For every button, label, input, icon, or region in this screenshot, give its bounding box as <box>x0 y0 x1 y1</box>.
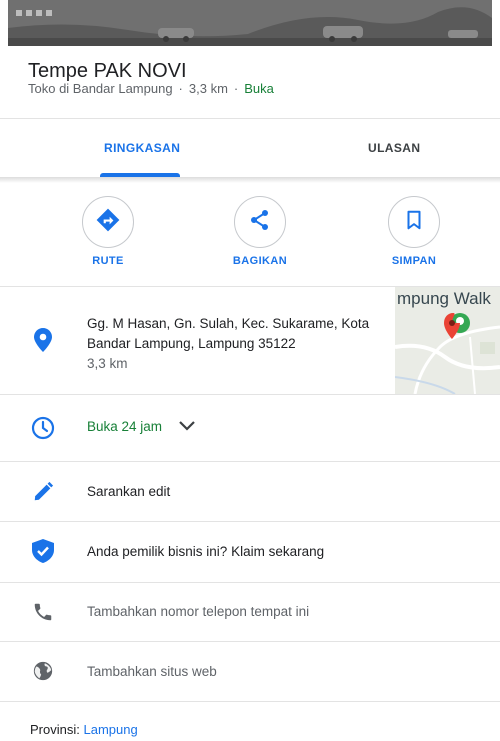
tab-ulasan[interactable]: ULASAN <box>368 141 420 155</box>
hours-row[interactable]: Buka 24 jam <box>0 395 500 461</box>
share-button[interactable]: BAGIKAN <box>210 196 310 267</box>
divider <box>0 701 500 702</box>
bookmark-icon <box>403 209 425 236</box>
address-distance: 3,3 km <box>87 356 128 371</box>
address-line-2: Bandar Lampung, Lampung 35122 <box>87 336 296 351</box>
separator-dot: · <box>178 81 183 96</box>
add-website-row[interactable]: Tambahkan situs web <box>0 642 500 701</box>
place-category: Toko di Bandar Lampung <box>28 81 173 96</box>
chevron-down-icon[interactable] <box>178 419 196 438</box>
tab-ringkasan[interactable]: RINGKASAN <box>104 141 180 155</box>
add-phone-row[interactable]: Tambahkan nomor telepon tempat ini <box>0 583 500 641</box>
directions-icon <box>95 207 121 238</box>
share-icon <box>248 208 272 237</box>
verified-shield-icon <box>30 538 56 564</box>
pencil-icon <box>30 479 56 505</box>
claim-business-row[interactable]: Anda pemilik bisnis ini? Klaim sekarang <box>0 522 500 582</box>
route-button-circle[interactable] <box>82 196 134 248</box>
address-text: Gg. M Hasan, Gn. Sulah, Kec. Sukarame, K… <box>87 314 387 374</box>
clock-icon <box>30 415 56 441</box>
province-label: Provinsi: <box>30 722 80 737</box>
tab-bar-shadow <box>0 177 500 183</box>
share-label: BAGIKAN <box>232 255 288 267</box>
map-place-label: mpung Walk <box>397 289 491 308</box>
route-button[interactable]: RUTE <box>58 196 158 267</box>
province-link[interactable]: Lampung <box>83 722 137 737</box>
map-thumbnail[interactable]: mpung Walk <box>395 287 500 394</box>
separator-dot: · <box>233 81 239 96</box>
save-button-circle[interactable] <box>388 196 440 248</box>
add-website-label: Tambahkan situs web <box>87 664 217 679</box>
address-line-1: Gg. M Hasan, Gn. Sulah, Kec. Sukarame, K… <box>87 316 370 331</box>
divider <box>0 118 500 119</box>
open-status: Buka <box>244 81 274 96</box>
location-pin-icon <box>30 327 56 353</box>
province-info: Provinsi: Lampung <box>30 722 138 737</box>
place-subtitle: Toko di Bandar Lampung · 3,3 km · Buka <box>28 81 274 96</box>
route-label: RUTE <box>92 255 124 267</box>
claim-business-label: Anda pemilik bisnis ini? Klaim sekarang <box>87 544 325 559</box>
save-button[interactable]: SIMPAN <box>364 196 464 267</box>
phone-icon <box>30 599 56 625</box>
hero-image[interactable] <box>8 0 492 46</box>
globe-icon <box>30 658 56 684</box>
suggest-edit-row[interactable]: Sarankan edit <box>0 462 500 521</box>
share-button-circle[interactable] <box>234 196 286 248</box>
add-phone-label: Tambahkan nomor telepon tempat ini <box>87 604 310 619</box>
place-distance: 3,3 km <box>188 81 228 96</box>
place-title: Tempe PAK NOVI <box>28 60 187 82</box>
hours-label: Buka 24 jam <box>87 419 163 434</box>
suggest-edit-label: Sarankan edit <box>87 484 171 499</box>
save-label: SIMPAN <box>391 255 437 267</box>
